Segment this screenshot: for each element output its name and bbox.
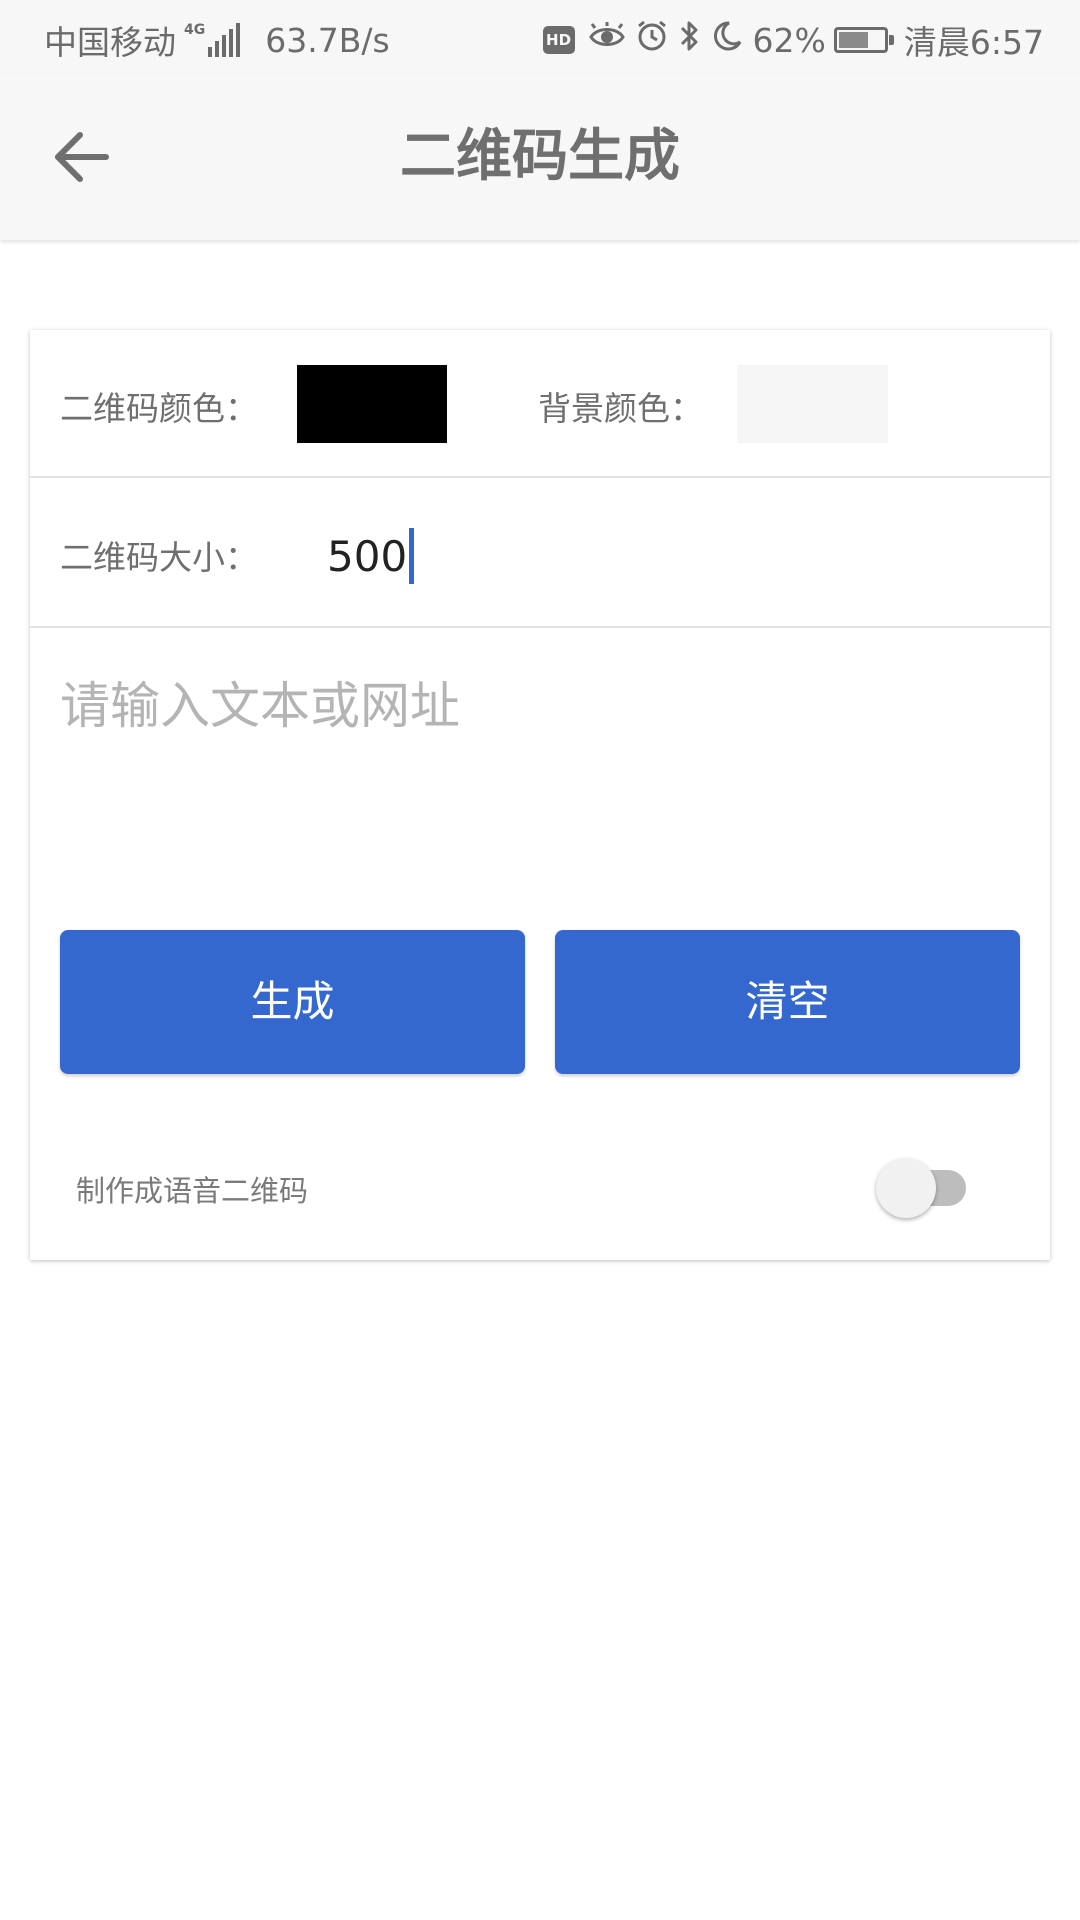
page-title: 二维码生成: [400, 124, 680, 189]
qr-color-label: 二维码颜色：: [60, 389, 258, 428]
qr-size-label: 二维码大小：: [60, 538, 258, 577]
clear-button[interactable]: 清空: [555, 930, 1020, 1074]
clock: 清晨6:57: [903, 23, 1044, 62]
status-bar-left: 中国移动 4G 63.7B/s: [44, 16, 390, 64]
generate-button[interactable]: 生成: [60, 930, 525, 1074]
qr-size-input[interactable]: 500: [327, 528, 415, 584]
qr-size-value: 500: [327, 531, 408, 581]
bluetooth-icon: [679, 19, 701, 61]
alarm-icon: [635, 19, 669, 61]
network-type: 4G: [184, 22, 206, 38]
arrow-left-icon: [55, 132, 109, 182]
eye-icon: [588, 21, 625, 60]
voice-qr-label: 制作成语音二维码: [76, 1174, 309, 1208]
moon-icon: [711, 20, 743, 60]
size-row: 二维码大小： 500: [30, 478, 1050, 628]
bg-color-swatch[interactable]: [737, 365, 888, 443]
app-toolbar: 二维码生成: [0, 74, 1080, 240]
signal-icon: 4G: [184, 23, 243, 57]
status-bar-right: HD 62% 清晨6:57: [542, 16, 1044, 64]
text-cursor: [409, 528, 415, 584]
voice-qr-toggle[interactable]: [876, 1158, 972, 1218]
battery-percent: 62%: [752, 20, 826, 60]
qr-settings-card: 二维码颜色： 背景颜色： 二维码大小： 500 请输入文本或网址 生成 清空 制…: [30, 330, 1050, 1260]
color-row: 二维码颜色： 背景颜色：: [30, 330, 1050, 478]
bg-color-label: 背景颜色：: [538, 389, 703, 428]
status-bar: 中国移动 4G 63.7B/s HD 62% 清晨6:57: [0, 0, 1080, 74]
hd-icon: HD: [542, 26, 575, 54]
toggle-thumb: [876, 1158, 936, 1218]
back-button[interactable]: [50, 125, 114, 189]
carrier-name: 中国移动: [44, 23, 176, 62]
qr-color-swatch[interactable]: [297, 365, 447, 443]
network-speed: 63.7B/s: [265, 20, 390, 60]
battery-icon: [833, 27, 894, 53]
text-url-input[interactable]: 请输入文本或网址: [60, 666, 1020, 738]
